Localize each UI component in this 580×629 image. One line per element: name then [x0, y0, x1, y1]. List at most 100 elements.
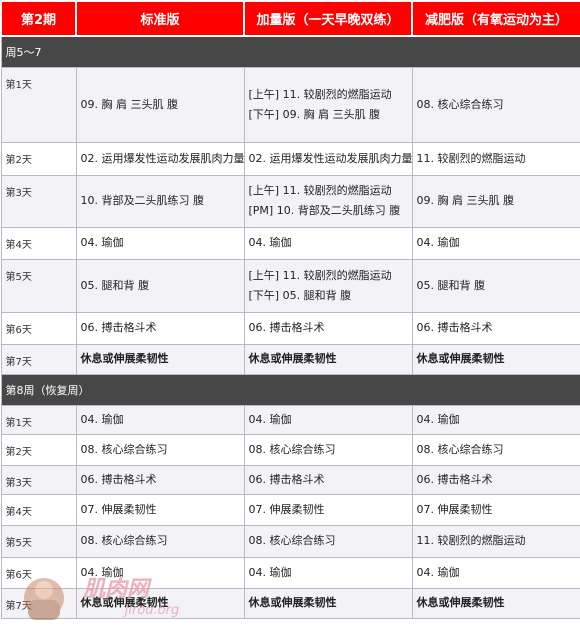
workout-entry: 休息或伸展柔韧性 [80, 596, 169, 609]
workout-entry: 05. 腿和背 腹 [80, 278, 150, 292]
workout-entry: 04. 瑜伽 [416, 412, 460, 426]
day-cell: 第4天 [0, 226, 77, 260]
standard-plan-cell: 02. 运用爆发性运动发展肌肉力量 [75, 141, 245, 176]
workout-entry: 05. 腿和背 腹 [416, 278, 486, 292]
standard-plan-cell: 06. 搏击格斗术 [75, 464, 245, 495]
weight-loss-plan-cell: 休息或伸展柔韧性 [411, 343, 580, 375]
workout-entry: 06. 搏击格斗术 [416, 321, 493, 334]
workout-entry: 07. 伸展柔韧性 [248, 502, 325, 516]
day-cell: 第1天 [0, 404, 77, 435]
weight-loss-plan-cell: 08. 核心综合练习 [411, 433, 580, 466]
workout-entry: [上午] 11. 较剧烈的燃脂运动 [248, 87, 392, 101]
weight-loss-plan-cell: 04. 瑜伽 [411, 404, 580, 435]
table-row: 第1天 04. 瑜伽 04. 瑜伽 04. 瑜伽 [0, 404, 580, 435]
section-header-row: 周5～7 [0, 35, 580, 68]
table-row: 第5天 08. 核心综合练习 08. 核心综合练习 11. 较剧烈的燃脂运动 [0, 524, 580, 558]
workout-entry: 06. 搏击格斗术 [80, 321, 157, 334]
workout-entry: 04. 瑜伽 [248, 236, 292, 249]
header-row: 第2期 标准版 加量版（一天早晚双练） 减肥版（有氧运动为主） [0, 0, 580, 37]
weight-loss-plan-cell: 06. 搏击格斗术 [411, 464, 580, 495]
day-cell: 第5天 [0, 524, 77, 558]
standard-plan-cell: 06. 搏击格斗术 [75, 311, 245, 345]
extended-plan-cell: 04. 瑜伽 [243, 404, 413, 435]
workout-entry: 休息或伸展柔韧性 [248, 352, 337, 365]
standard-plan-cell: 08. 核心综合练习 [75, 433, 245, 466]
workout-entry: 08. 核心综合练习 [416, 442, 504, 456]
extended-plan-cell: 04. 瑜伽 [243, 226, 413, 260]
table-row: 第3天 10. 背部及二头肌练习 腹 [上午] 11. 较剧烈的燃脂运动 [PM] 1… [0, 174, 580, 228]
workout-entry: 休息或伸展柔韧性 [416, 596, 505, 609]
day-cell: 第6天 [0, 311, 77, 345]
extended-plan-cell: 04. 瑜伽 [243, 556, 413, 589]
day-cell: 第4天 [0, 493, 77, 526]
extended-plan-cell: [上午] 11. 较剧烈的燃脂运动 [下午] 09. 胸 肩 三头肌 腹 [243, 66, 413, 143]
standard-plan-cell: 休息或伸展柔韧性 [75, 343, 245, 375]
table-row: 第6天 06. 搏击格斗术 06. 搏击格斗术 06. 搏击格斗术 [0, 311, 580, 345]
workout-entry: 07. 伸展柔韧性 [80, 502, 157, 516]
workout-entry: 08. 核心综合练习 [248, 442, 336, 456]
standard-plan-cell: 04. 瑜伽 [75, 404, 245, 435]
weight-loss-plan-cell: 08. 核心综合练习 [411, 66, 580, 143]
workout-entry: 休息或伸展柔韧性 [248, 596, 337, 609]
workout-entry: 04. 瑜伽 [80, 565, 124, 579]
weight-loss-plan-cell: 05. 腿和背 腹 [411, 258, 580, 313]
workout-entry: 08. 核心综合练习 [80, 442, 168, 456]
table-row: 第5天 05. 腿和背 腹 [上午] 11. 较剧烈的燃脂运动 [下午] 05. 腿和… [0, 258, 580, 313]
workout-entry: [上午] 11. 较剧烈的燃脂运动 [248, 184, 392, 197]
extended-plan-cell: 休息或伸展柔韧性 [243, 343, 413, 375]
weight-loss-plan-cell: 04. 瑜伽 [411, 226, 580, 260]
workout-entry: [下午] 09. 胸 肩 三头肌 腹 [248, 107, 381, 121]
weight-loss-plan-cell: 07. 伸展柔韧性 [411, 493, 580, 526]
workout-entry: [PM] 10. 背部及二头肌练习 腹 [248, 204, 401, 217]
workout-entry: [上午] 11. 较剧烈的燃脂运动 [248, 268, 392, 282]
workout-entry: 04. 瑜伽 [80, 236, 124, 249]
header-extended: 加量版（一天早晚双练） [243, 0, 413, 37]
workout-entry: 11. 较剧烈的燃脂运动 [416, 534, 526, 547]
table-row: 第7天 休息或伸展柔韧性 休息或伸展柔韧性 休息或伸展柔韧性 [0, 587, 580, 619]
header-weight-loss: 减肥版（有氧运动为主） [411, 0, 580, 37]
weight-loss-plan-cell: 11. 较剧烈的燃脂运动 [411, 141, 580, 176]
standard-plan-cell: 09. 胸 肩 三头肌 腹 [75, 66, 245, 143]
workout-entry: 04. 瑜伽 [416, 565, 460, 579]
extended-plan-cell: [上午] 11. 较剧烈的燃脂运动 [下午] 05. 腿和背 腹 [243, 258, 413, 313]
table-row: 第3天 06. 搏击格斗术 06. 搏击格斗术 06. 搏击格斗术 [0, 464, 580, 495]
workout-entry: 休息或伸展柔韧性 [80, 352, 169, 365]
table-row: 第2天 08. 核心综合练习 08. 核心综合练习 08. 核心综合练习 [0, 433, 580, 466]
workout-entry: 06. 搏击格斗术 [248, 472, 325, 486]
day-cell: 第3天 [0, 174, 77, 228]
section-title: 周5～7 [0, 35, 580, 68]
table-row: 第1天 09. 胸 肩 三头肌 腹 [上午] 11. 较剧烈的燃脂运动 [下午] 09… [0, 66, 580, 143]
extended-plan-cell: 07. 伸展柔韧性 [243, 493, 413, 526]
workout-entry: 08. 核心综合练习 [248, 534, 336, 547]
table-row: 第7天 休息或伸展柔韧性 休息或伸展柔韧性 休息或伸展柔韧性 [0, 343, 580, 375]
standard-plan-cell: 10. 背部及二头肌练习 腹 [75, 174, 245, 228]
extended-plan-cell: 06. 搏击格斗术 [243, 311, 413, 345]
extended-plan-cell: 02. 运用爆发性运动发展肌肉力量 [243, 141, 413, 176]
day-cell: 第2天 [0, 141, 77, 176]
extended-plan-cell: 08. 核心综合练习 [243, 524, 413, 558]
workout-entry: 04. 瑜伽 [416, 236, 460, 249]
weight-loss-plan-cell: 09. 胸 肩 三头肌 腹 [411, 174, 580, 228]
training-schedule-table: 第2期 标准版 加量版（一天早晚双练） 减肥版（有氧运动为主） 周5～7 第1天 0… [0, 0, 580, 619]
workout-entry: 07. 伸展柔韧性 [416, 502, 493, 516]
workout-entry: 06. 搏击格斗术 [416, 472, 493, 486]
weight-loss-plan-cell: 休息或伸展柔韧性 [411, 587, 580, 619]
workout-entry: 09. 胸 肩 三头肌 腹 [416, 194, 514, 207]
day-cell: 第3天 [0, 464, 77, 495]
standard-plan-cell: 05. 腿和背 腹 [75, 258, 245, 313]
workout-entry: [下午] 05. 腿和背 腹 [248, 288, 352, 302]
workout-entry: 08. 核心综合练习 [416, 97, 504, 111]
workout-entry: 06. 搏击格斗术 [248, 321, 325, 334]
day-cell: 第2天 [0, 433, 77, 466]
header-period: 第2期 [0, 0, 77, 37]
section-header-row: 第8周（恢复周） [0, 373, 580, 406]
workout-entry: 休息或伸展柔韧性 [416, 352, 505, 365]
standard-plan-cell: 04. 瑜伽 [75, 556, 245, 589]
workout-entry: 04. 瑜伽 [248, 412, 292, 426]
standard-plan-cell: 休息或伸展柔韧性 [75, 587, 245, 619]
weight-loss-plan-cell: 06. 搏击格斗术 [411, 311, 580, 345]
standard-plan-cell: 07. 伸展柔韧性 [75, 493, 245, 526]
standard-plan-cell: 04. 瑜伽 [75, 226, 245, 260]
day-cell: 第7天 [0, 343, 77, 375]
day-cell: 第6天 [0, 556, 77, 589]
